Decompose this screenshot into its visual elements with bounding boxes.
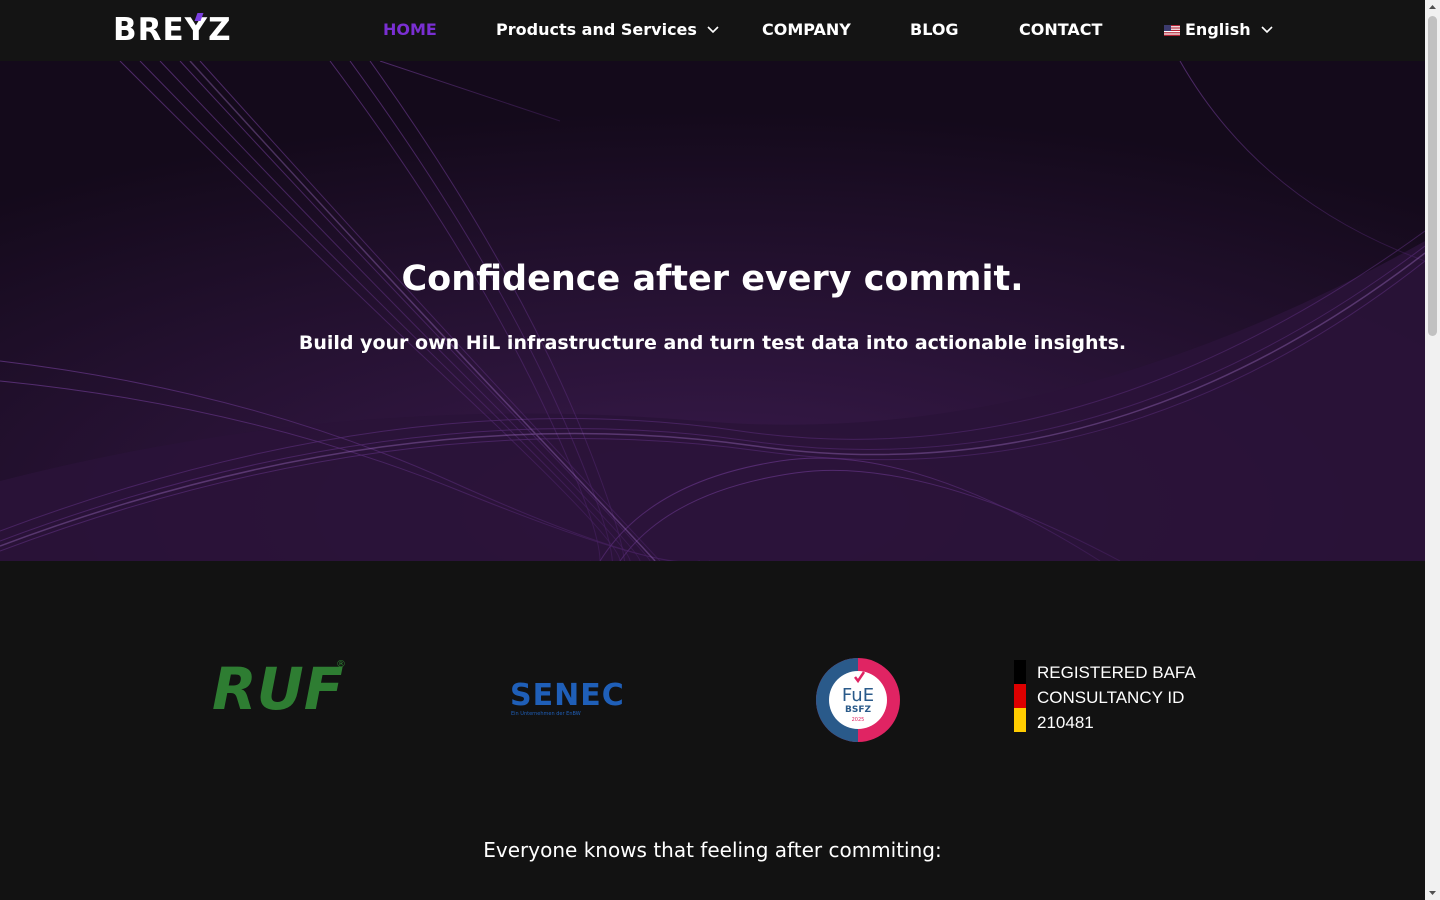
scroll-up-arrow-icon[interactable] bbox=[1425, 0, 1440, 15]
logo-text: BREYZ bbox=[113, 12, 232, 48]
nav-item-products-label: Products and Services bbox=[496, 20, 697, 39]
scrollbar-thumb[interactable] bbox=[1428, 16, 1437, 336]
ruf-registered-mark: ® bbox=[336, 659, 346, 670]
chevron-down-icon bbox=[1261, 26, 1273, 34]
page-scrollbar[interactable] bbox=[1425, 0, 1440, 900]
fue-line2: BSFZ bbox=[845, 705, 871, 715]
hero-wave-background bbox=[0, 61, 1425, 561]
fue-bsfz-seal: FuE BSFZ 2025 bbox=[816, 658, 900, 742]
nav-item-products-and-services[interactable]: Products and Services bbox=[496, 19, 719, 41]
hero-title: Confidence after every commit. bbox=[401, 259, 1024, 299]
hero-section: Confidence after every commit. Build you… bbox=[0, 61, 1425, 561]
breyz-logo[interactable]: BREYZ bbox=[113, 12, 232, 48]
nav-item-contact-label: CONTACT bbox=[1019, 20, 1103, 39]
german-flag-icon bbox=[1014, 660, 1026, 732]
chevron-down-icon bbox=[707, 26, 719, 34]
section-tagline: Everyone knows that feeling after commit… bbox=[483, 838, 942, 862]
top-navigation: BREYZ HOME Products and Services COMPANY… bbox=[0, 0, 1425, 61]
scroll-down-arrow-icon[interactable] bbox=[1425, 885, 1440, 900]
fue-line3: 2025 bbox=[852, 717, 865, 723]
hero-subtitle: Build your own HiL infrastructure and tu… bbox=[298, 332, 1127, 354]
partner-logos-section: RUF ® SENEC Ein Unternehmen der EnBW FuE… bbox=[0, 561, 1425, 900]
fue-line1: FuE bbox=[842, 685, 874, 706]
nav-item-home[interactable]: HOME bbox=[383, 19, 437, 41]
language-selector[interactable]: English bbox=[1164, 19, 1273, 41]
bafa-registration-text: REGISTERED BAFA CONSULTANCY ID 210481 bbox=[1037, 663, 1195, 732]
ruf-logo: RUF ® bbox=[212, 657, 346, 717]
language-label: English bbox=[1185, 20, 1251, 39]
senec-logo-text: SENEC bbox=[510, 679, 625, 713]
ruf-logo-text: RUF bbox=[212, 657, 343, 717]
nav-item-contact[interactable]: CONTACT bbox=[1019, 19, 1102, 41]
senec-logo: SENEC Ein Unternehmen der EnBW bbox=[510, 679, 625, 717]
nav-item-blog-label: BLOG bbox=[910, 20, 959, 39]
nav-item-company-label: COMPANY bbox=[762, 20, 851, 39]
nav-item-company[interactable]: COMPANY bbox=[762, 19, 851, 41]
senec-logo-tagline: Ein Unternehmen der EnBW bbox=[511, 711, 581, 717]
nav-item-blog[interactable]: BLOG bbox=[910, 19, 959, 41]
nav-item-home-label: HOME bbox=[383, 20, 437, 39]
us-flag-icon bbox=[1164, 24, 1180, 36]
